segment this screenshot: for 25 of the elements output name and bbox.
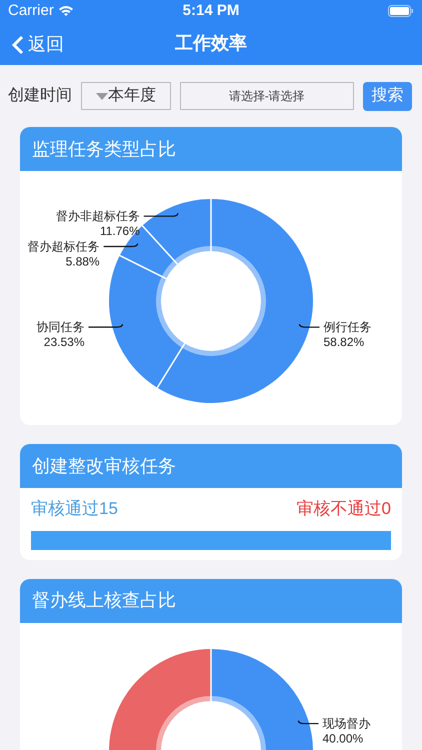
status-time: 5:14 PM <box>182 0 240 21</box>
caret-icon <box>96 92 108 100</box>
card-header: 创建整改审核任务 <box>20 444 402 488</box>
leader-line <box>298 720 318 724</box>
period-dropdown[interactable]: 本年度 <box>81 82 171 110</box>
leader-line <box>88 324 124 328</box>
battery-icon <box>388 5 414 17</box>
carrier-label: Carrier <box>8 0 54 21</box>
leader-line <box>298 324 320 328</box>
card-header: 督办线上核查占比 <box>20 578 402 622</box>
slice-label: 现场督办 40.00% <box>322 716 370 746</box>
chevron-left-icon <box>12 34 24 54</box>
leader-line <box>104 243 138 248</box>
back-button[interactable]: 返回 <box>12 31 64 58</box>
leader-line <box>144 213 178 217</box>
slice-label: 督办超标任务 5.88% <box>28 240 100 269</box>
filter-label: 创建时间 <box>8 86 72 106</box>
wifi-icon <box>58 5 74 17</box>
passed-count: 审核通过15 <box>31 498 118 520</box>
slice-label: 例行任务 58.82% <box>323 320 372 350</box>
date-range-field[interactable]: 请选择-请选择 <box>180 82 354 110</box>
slice-label: 协同任务 23.53% <box>36 320 84 350</box>
failed-count: 审核不通过0 <box>296 498 391 520</box>
card-header: 监理任务类型占比 <box>20 127 402 171</box>
page-title: 工作效率 <box>175 32 247 55</box>
